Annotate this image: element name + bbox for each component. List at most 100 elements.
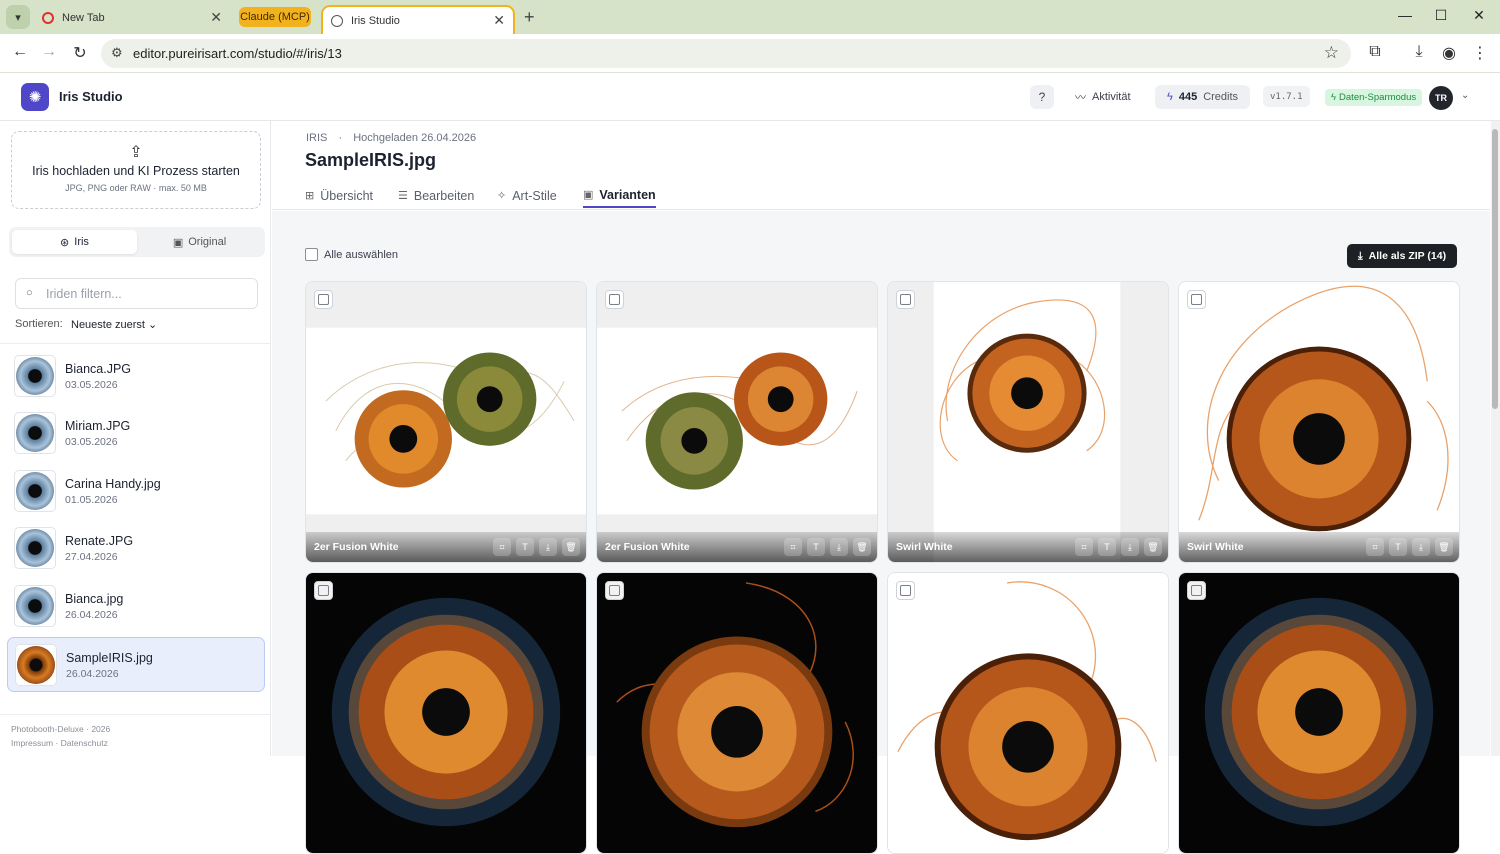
tab-group-label[interactable]: Claude (MCP) xyxy=(239,7,311,27)
variant-card[interactable]: 2er Fusion White ⌗ T ⤓ 🗑 xyxy=(305,281,587,563)
download-icon[interactable]: ⤓ xyxy=(1412,538,1430,556)
image-icon: ▣ xyxy=(583,189,594,201)
card-checkbox[interactable] xyxy=(605,290,624,309)
more-menu-icon[interactable]: ⋮ xyxy=(1469,43,1491,63)
tab-edit[interactable]: ☰ Bearbeiten xyxy=(398,183,474,208)
toggle-original[interactable]: ▣ Original xyxy=(137,230,262,254)
trash-icon[interactable]: 🗑 xyxy=(1144,538,1162,556)
text-icon[interactable]: T xyxy=(1098,538,1116,556)
chevron-down-icon: ⌄ xyxy=(148,319,158,331)
minimize-icon[interactable]: — xyxy=(1385,7,1425,23)
item-name: SampleIRIS.jpg xyxy=(66,651,153,665)
item-name: Miriam.JPG xyxy=(65,419,131,433)
back-icon[interactable]: ← xyxy=(9,43,31,61)
variant-card[interactable] xyxy=(1178,572,1460,854)
text-icon[interactable]: T xyxy=(1389,538,1407,556)
maximize-icon[interactable]: ☐ xyxy=(1421,7,1461,24)
window-close-icon[interactable]: ✕ xyxy=(1459,7,1499,24)
select-all-checkbox[interactable] xyxy=(305,248,318,261)
list-item[interactable]: Carina Handy.jpg 01.05.2026 xyxy=(7,464,265,519)
card-label: 2er Fusion White xyxy=(605,541,690,553)
list-item[interactable]: Miriam.JPG 03.05.2026 xyxy=(7,406,265,461)
select-all-label: Alle auswählen xyxy=(324,248,398,261)
site-info-icon[interactable]: ⚙ xyxy=(111,45,123,61)
variant-image xyxy=(597,282,877,562)
savemode-badge[interactable]: ϟ Daten-Sparmodus xyxy=(1325,89,1423,106)
credits-value: 445 xyxy=(1178,91,1198,103)
tab-overview[interactable]: ⊞ Übersicht xyxy=(305,183,373,208)
main-tabs: ⊞ Übersicht ☰ Bearbeiten ✧ Art-Stile ▣ V… xyxy=(272,181,1490,210)
sort-select[interactable]: Neueste zuerst ⌄ xyxy=(71,318,157,331)
iris-logo-icon[interactable]: ✺ xyxy=(21,83,49,111)
browser-tab-new-tab[interactable]: New Tab ✕ xyxy=(34,5,230,30)
page-scrollbar[interactable] xyxy=(1491,121,1500,756)
download-icon[interactable]: ⤓ xyxy=(830,538,848,556)
filter-input[interactable] xyxy=(46,284,246,304)
trash-icon[interactable]: 🗑 xyxy=(562,538,580,556)
crop-icon[interactable]: ⌗ xyxy=(784,538,802,556)
close-icon[interactable]: ✕ xyxy=(210,9,222,26)
globe-icon xyxy=(331,14,343,27)
trash-icon[interactable]: 🗑 xyxy=(1435,538,1453,556)
filter-field[interactable]: ○ xyxy=(15,278,258,309)
card-checkbox[interactable] xyxy=(896,581,915,600)
list-item[interactable]: Bianca.jpg 26.04.2026 xyxy=(7,579,265,634)
tab-search-chevron-icon[interactable]: ▾ xyxy=(6,5,30,29)
list-item[interactable]: Bianca.JPG 03.05.2026 xyxy=(7,349,265,404)
trash-icon[interactable]: 🗑 xyxy=(853,538,871,556)
card-checkbox[interactable] xyxy=(896,290,915,309)
download-icon[interactable]: ⤓ xyxy=(1408,43,1430,61)
download-icon[interactable]: ⤓ xyxy=(1121,538,1139,556)
card-checkbox[interactable] xyxy=(605,581,624,600)
list-item[interactable]: Renate.JPG 27.04.2026 xyxy=(7,521,265,576)
opera-icon xyxy=(42,11,54,24)
extensions-icon[interactable]: ⧉ xyxy=(1364,43,1386,61)
text-icon[interactable]: T xyxy=(516,538,534,556)
card-label: 2er Fusion White xyxy=(314,541,399,553)
toggle-iris[interactable]: ⊛ Iris xyxy=(12,230,137,254)
card-checkbox[interactable] xyxy=(1187,290,1206,309)
card-checkbox[interactable] xyxy=(314,581,333,600)
avatar[interactable]: TR xyxy=(1429,86,1453,110)
crop-icon[interactable]: ⌗ xyxy=(493,538,511,556)
url-text[interactable]: editor.pureirisart.com/studio/#/iris/13 xyxy=(133,46,342,61)
variant-card[interactable]: Swirl White ⌗ T ⤓ 🗑 xyxy=(1178,281,1460,563)
close-icon[interactable]: ✕ xyxy=(493,12,505,29)
variant-card[interactable]: Swirl White ⌗ T ⤓ 🗑 xyxy=(887,281,1169,563)
sort-value: Neueste zuerst xyxy=(71,319,145,331)
scrollbar-thumb[interactable] xyxy=(1492,129,1498,409)
activity-button[interactable]: 〰 Aktivität xyxy=(1075,89,1131,105)
forward-icon[interactable]: → xyxy=(38,43,60,61)
variant-card[interactable]: 2er Fusion White ⌗ T ⤓ 🗑 xyxy=(596,281,878,563)
select-all[interactable]: Alle auswählen xyxy=(305,248,398,261)
credits-badge[interactable]: ϟ 445 Credits xyxy=(1155,85,1251,109)
chevron-down-icon[interactable]: ⌄ xyxy=(1461,90,1469,101)
thumbnail xyxy=(15,644,57,686)
card-checkbox[interactable] xyxy=(314,290,333,309)
bookmark-star-icon[interactable]: ☆ xyxy=(1324,43,1339,63)
upload-dropzone[interactable]: ⇪ Iris hochladen und KI Prozess starten … xyxy=(11,131,261,209)
list-item-selected[interactable]: SampleIRIS.jpg 26.04.2026 xyxy=(7,637,265,692)
tab-variants[interactable]: ▣ Varianten xyxy=(583,183,656,208)
profile-icon[interactable]: ◉ xyxy=(1438,43,1460,63)
text-icon[interactable]: T xyxy=(807,538,825,556)
lightning-icon: ϟ xyxy=(1167,91,1173,103)
variant-card[interactable] xyxy=(305,572,587,854)
tab-art-styles[interactable]: ✧ Art-Stile xyxy=(497,183,557,208)
download-zip-button[interactable]: ⤓ Alle als ZIP (14) xyxy=(1347,244,1458,268)
crop-icon[interactable]: ⌗ xyxy=(1075,538,1093,556)
footer-links[interactable]: Impressum · Datenschutz xyxy=(11,738,108,748)
browser-tab-iris-studio[interactable]: Iris Studio ✕ xyxy=(321,5,515,34)
variant-card[interactable] xyxy=(596,572,878,854)
reload-icon[interactable]: ↻ xyxy=(69,43,91,63)
tab-label: Bearbeiten xyxy=(413,188,475,203)
version-badge: v1.7.1 xyxy=(1263,86,1310,107)
help-icon[interactable]: ? xyxy=(1030,85,1054,109)
crop-icon[interactable]: ⌗ xyxy=(1366,538,1384,556)
card-checkbox[interactable] xyxy=(1187,581,1206,600)
omnibox[interactable]: ⚙ editor.pureirisart.com/studio/#/iris/1… xyxy=(101,39,1351,68)
new-tab-plus-icon[interactable]: + xyxy=(524,7,535,28)
variant-card[interactable] xyxy=(887,572,1169,854)
breadcrumb-iris[interactable]: IRIS xyxy=(306,132,327,144)
download-icon[interactable]: ⤓ xyxy=(539,538,557,556)
